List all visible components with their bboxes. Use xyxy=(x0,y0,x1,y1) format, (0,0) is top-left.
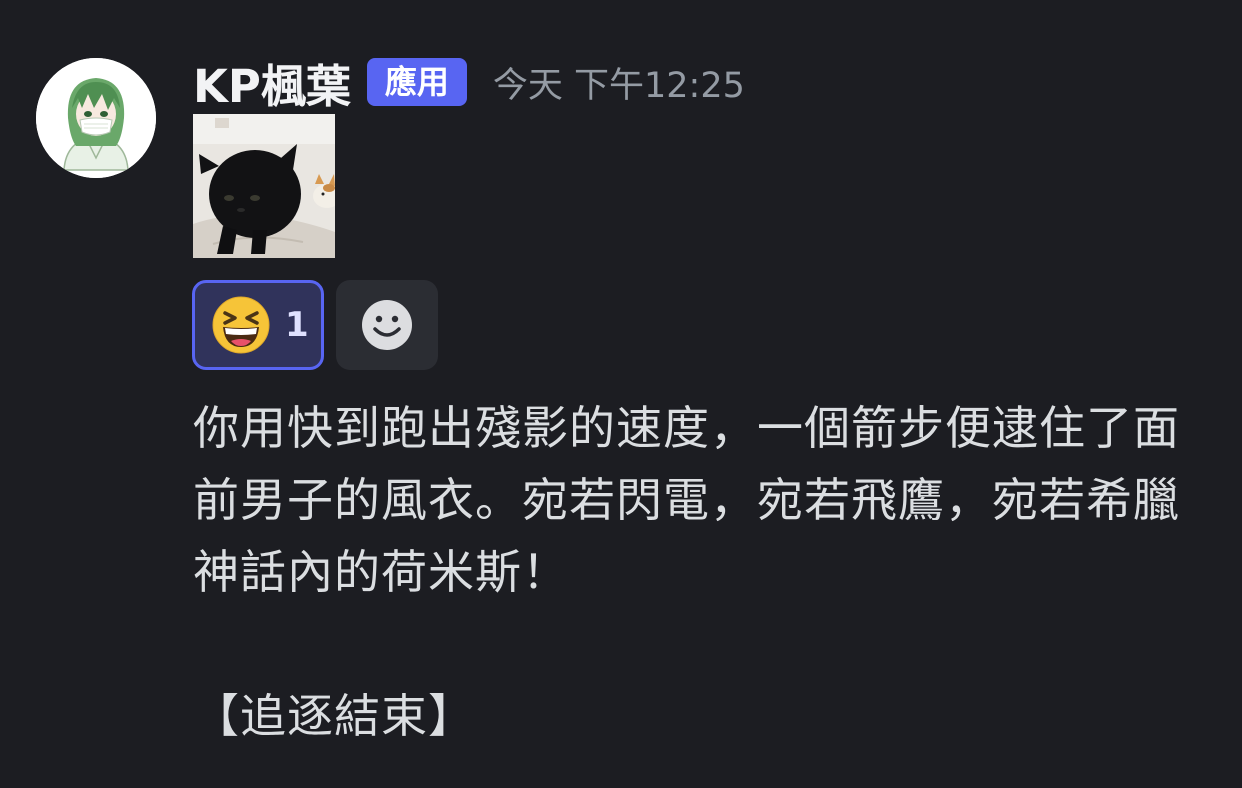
add-reaction-button[interactable] xyxy=(336,280,438,370)
message-header: KP楓葉 應用 今天 下午12:25 xyxy=(193,50,745,115)
reaction-count: 1 xyxy=(285,305,309,345)
black-cat-image-icon xyxy=(193,114,335,258)
author-name[interactable]: KP楓葉 xyxy=(193,50,351,115)
laughing-squinting-face-icon xyxy=(212,296,270,354)
timestamp: 今天 下午12:25 xyxy=(492,65,745,106)
chat-message: KP楓葉 應用 今天 下午12:25 1 你用快到跑出殘影的速度，一個箭步便逮住… xyxy=(0,0,1242,788)
anime-character-avatar-icon xyxy=(36,58,156,178)
message-content: 你用快到跑出殘影的速度，一個箭步便逮住了面前男子的風衣。宛若閃電，宛若飛鷹，宛若… xyxy=(193,401,1180,743)
smiley-add-reaction-icon xyxy=(362,300,412,350)
reaction-laughing[interactable]: 1 xyxy=(192,280,324,370)
app-badge: 應用 xyxy=(366,58,467,106)
avatar[interactable] xyxy=(36,58,156,178)
reactions-bar: 1 xyxy=(192,280,438,370)
image-attachment[interactable] xyxy=(193,114,335,258)
